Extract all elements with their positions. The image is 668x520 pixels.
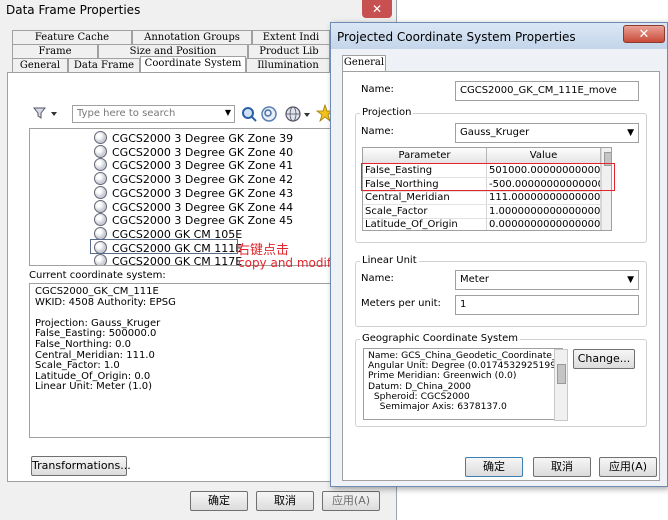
tab-general[interactable]: General (12, 58, 68, 72)
param-name-cell: Scale_Factor (363, 204, 487, 218)
tree-item-label: CGCS2000 3 Degree GK Zone 40 (112, 145, 294, 159)
table-row[interactable]: Scale_Factor 1.0000000000000000 (363, 204, 611, 219)
bg-apply-button[interactable]: 应用(A) (322, 491, 380, 511)
globe-icon (94, 226, 107, 240)
search-button[interactable] (240, 105, 258, 123)
filter-button[interactable] (30, 104, 60, 122)
tree-item[interactable]: CGCS2000 GK CM 117E (94, 254, 243, 266)
tab-coordinate-system[interactable]: Coordinate System (140, 56, 246, 72)
globe-icon (94, 131, 107, 144)
search-input[interactable]: Type here to search ▼ (72, 105, 235, 123)
value-header: Value (487, 148, 601, 164)
tab-data-frame[interactable]: Data Frame (68, 58, 140, 72)
tab-frame[interactable]: Frame (12, 44, 98, 58)
search-icon (242, 107, 257, 122)
param-header: Parameter (363, 148, 487, 164)
tab-feature-cache[interactable]: Feature Cache (12, 30, 132, 44)
current-cs-details: CGCS2000_GK_CM_111E WKID: 4508 Authority:… (29, 283, 369, 438)
scroll-thumb[interactable] (557, 364, 566, 384)
tree-item[interactable]: CGCS2000 3 Degree GK Zone 45 (94, 213, 293, 227)
tree-item-label: CGCS2000 3 Degree GK Zone 45 (112, 214, 294, 228)
annotation-copy-and-modify: copy and modify (238, 256, 338, 270)
globe-icon (94, 172, 107, 186)
tree-item-label: CGCS2000 3 Degree GK Zone 41 (112, 159, 294, 173)
projection-select-value: Gauss_Kruger (460, 127, 530, 138)
param-name-cell: Central_Meridian (363, 191, 487, 204)
meters-per-unit-field[interactable]: 1 (455, 295, 639, 315)
tree-item-label: CGCS2000 3 Degree GK Zone 43 (112, 186, 294, 200)
tree-item-label: CGCS2000 3 Degree GK Zone 44 (112, 200, 294, 214)
current-cs-line: CGCS2000_GK_CM_111E (35, 286, 159, 297)
tree-item[interactable]: CGCS2000 3 Degree GK Zone 44 (94, 199, 294, 214)
close-icon[interactable]: ✕ (362, 0, 392, 18)
coordinate-system-tree[interactable]: CGCS2000 3 Degree GK Zone 39 CGCS2000 3 D… (29, 128, 369, 266)
param-value-cell[interactable]: 0.0000000000000000 (487, 218, 601, 230)
tree-item[interactable]: CGCS2000 3 Degree GK Zone 39 (94, 131, 293, 145)
globe-icon (94, 185, 107, 199)
cancel-button[interactable]: 取消 (533, 457, 591, 477)
param-name-cell: Latitude_Of_Origin (363, 218, 487, 230)
tree-item-label: CGCS2000 3 Degree GK Zone 42 (112, 173, 294, 187)
projection-name-label: Name: (361, 126, 394, 137)
meters-per-unit-label: Meters per unit: (361, 298, 441, 309)
gcs-line: Semimajor Axis: 6378137.0 (368, 400, 507, 412)
current-cs-line: Linear Unit: Meter (1.0) (35, 381, 153, 393)
add-coordinate-system-button[interactable] (284, 105, 312, 123)
transformations-button[interactable]: Transformations... (31, 456, 131, 476)
clear-search-button[interactable] (260, 105, 278, 123)
selected-item-outline (90, 239, 238, 254)
param-value-cell[interactable]: 1.0000000000000000 (487, 204, 601, 218)
table-row[interactable]: Central_Meridian 111.0000000000000000 (363, 191, 611, 205)
name-label: Name: (361, 84, 394, 95)
tree-item-label: CGCS2000 GK CM 117E (112, 255, 243, 266)
dialog-title: Data Frame Properties (6, 3, 141, 17)
unit-select-value: Meter (460, 274, 489, 285)
apply-button[interactable]: 应用(A) (599, 457, 657, 477)
globe-icon (285, 106, 310, 122)
change-button[interactable]: Change... (573, 349, 635, 369)
current-cs-line: False_Northing: 0.0 (35, 338, 131, 350)
linear-unit-group-label: Linear Unit (360, 255, 419, 266)
ok-button[interactable]: 确定 (465, 457, 523, 477)
gcs-group-label: Geographic Coordinate System (360, 333, 521, 344)
close-icon[interactable]: ✕ (623, 25, 665, 43)
projected-cs-properties-dialog: Projected Coordinate System Properties ✕… (330, 22, 668, 487)
bg-ok-button[interactable]: 确定 (190, 491, 248, 511)
unit-name-label: Name: (361, 273, 394, 284)
gcs-details: Name: GCS_China_Geodetic_Coordinate_Syst… (363, 348, 563, 420)
bg-cancel-button[interactable]: 取消 (256, 491, 314, 511)
gcs-scrollbar[interactable] (554, 349, 568, 421)
tab-product-library[interactable]: Product Lib (248, 44, 330, 58)
tree-item[interactable]: CGCS2000 3 Degree GK Zone 42 (94, 172, 293, 186)
current-cs-line: WKID: 4508 Authority: EPSG (35, 296, 176, 308)
tree-item[interactable]: CGCS2000 3 Degree GK Zone 40 (94, 144, 294, 159)
tree-item[interactable]: CGCS2000 3 Degree GK Zone 43 (94, 185, 294, 200)
globe-icon (94, 213, 107, 227)
tab-extent-indicators[interactable]: Extent Indi (252, 30, 330, 44)
current-cs-label: Current coordinate system: (29, 270, 166, 281)
globe-icon (94, 144, 107, 158)
tab-illumination[interactable]: Illumination (246, 58, 330, 72)
projection-group-label: Projection (360, 107, 414, 118)
globe-icon (94, 158, 107, 172)
globe-icon (94, 254, 107, 265)
dialog-title: Projected Coordinate System Properties (337, 30, 576, 44)
chevron-down-icon: ▼ (627, 275, 634, 285)
globe-icon (94, 199, 107, 213)
tab-general[interactable]: General (342, 55, 386, 71)
tab-annotation-groups[interactable]: Annotation Groups (132, 30, 252, 44)
projection-select[interactable]: Gauss_Kruger ▼ (455, 123, 639, 143)
highlight-box (361, 163, 615, 191)
chevron-down-icon: ▼ (224, 108, 231, 117)
chevron-down-icon: ▼ (627, 128, 634, 138)
clear-search-icon (261, 106, 277, 122)
unit-select[interactable]: Meter ▼ (455, 270, 639, 290)
tree-item[interactable]: CGCS2000 3 Degree GK Zone 41 (94, 158, 293, 172)
table-row[interactable]: Latitude_Of_Origin 0.0000000000000000 (363, 218, 611, 230)
name-field[interactable]: CGCS2000_GK_CM_111E_move (455, 81, 639, 101)
search-placeholder: Type here to search (77, 108, 176, 119)
param-value-cell[interactable]: 111.0000000000000000 (487, 191, 601, 204)
tree-item-label: CGCS2000 3 Degree GK Zone 39 (112, 132, 294, 145)
filter-icon (32, 107, 57, 119)
